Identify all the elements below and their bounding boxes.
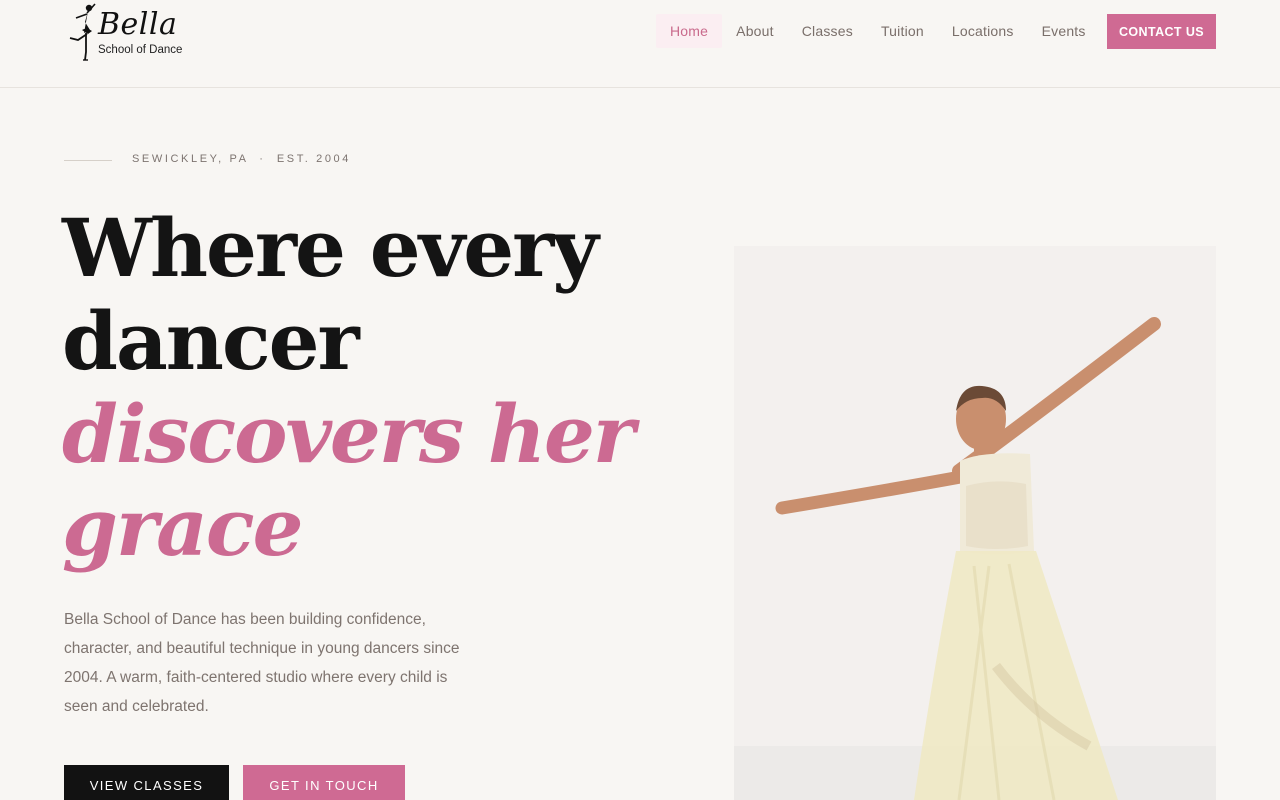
main-nav: Home About Classes Tuition Locations Eve… — [656, 14, 1100, 48]
eyebrow-divider — [64, 160, 112, 161]
headline-line-1: Where every — [62, 201, 599, 295]
nav-item-classes[interactable]: Classes — [788, 14, 867, 48]
logo[interactable]: Bella School of Dance — [64, 0, 188, 66]
view-classes-button[interactable]: VIEW CLASSES — [64, 765, 229, 800]
nav-item-about[interactable]: About — [722, 14, 788, 48]
headline-line-2: dancer — [62, 294, 360, 388]
nav-item-events[interactable]: Events — [1028, 14, 1100, 48]
hero-intro: Bella School of Dance has been building … — [64, 611, 460, 715]
site-header: Bella School of Dance Home About Classes… — [0, 0, 1280, 88]
nav-item-home[interactable]: Home — [656, 14, 723, 48]
logo-name: Bella — [98, 7, 178, 42]
get-in-touch-button[interactable]: GET IN TOUCH — [243, 765, 405, 800]
nav-item-tuition[interactable]: Tuition — [867, 14, 938, 48]
contact-us-button[interactable]: CONTACT US — [1107, 14, 1216, 49]
headline-line-3: discovers her — [62, 387, 635, 481]
eyebrow-text: SEWICKLEY, PA · EST. 2004 — [132, 153, 351, 165]
hero-headline: Where every dancer discovers her grace — [62, 201, 635, 574]
headline-line-4: grace — [62, 480, 304, 574]
nav-item-locations[interactable]: Locations — [938, 14, 1028, 48]
logo-subtitle: School of Dance — [98, 44, 183, 56]
dancer-photo-illustration — [734, 246, 1216, 800]
hero-photo — [734, 246, 1216, 800]
